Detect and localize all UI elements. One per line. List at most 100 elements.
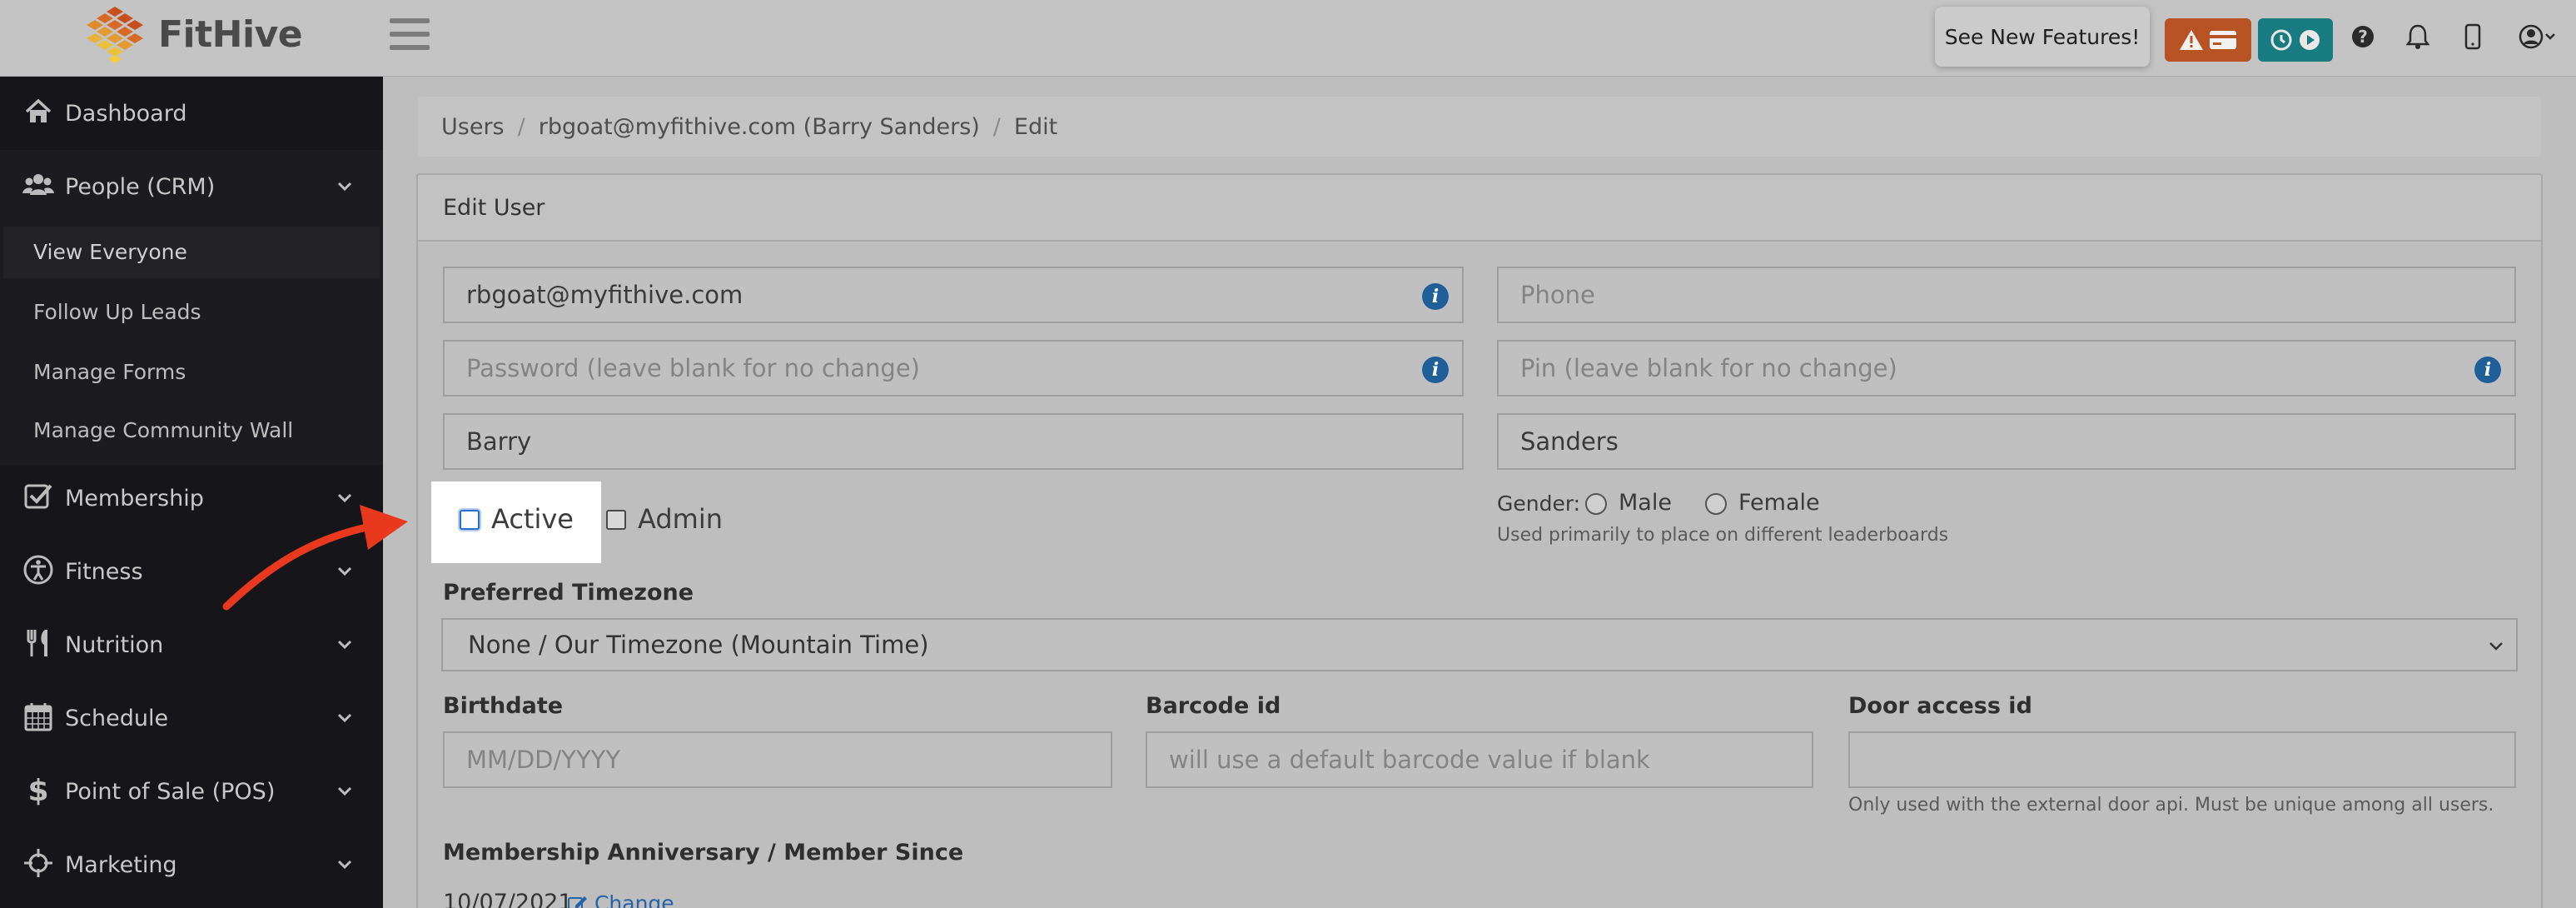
sidebar-item-marketing[interactable]: Marketing	[0, 846, 383, 883]
sidebar-item-label: Nutrition	[65, 631, 164, 658]
alert-billing-button[interactable]	[2165, 18, 2251, 62]
dollar-icon: $	[27, 774, 48, 806]
sidebar-subitem-manage-forms[interactable]: Manage Forms	[0, 357, 383, 390]
last-name-field[interactable]: Sanders	[1497, 413, 2516, 470]
breadcrumb-separator: /	[517, 113, 525, 140]
credit-card-icon	[2210, 31, 2236, 49]
gender-female-label[interactable]: Female	[1738, 490, 1820, 516]
info-icon[interactable]: i	[2474, 357, 2501, 383]
first-name-value: Barry	[466, 427, 532, 456]
subitem-label: Manage Forms	[33, 360, 186, 384]
breadcrumb-separator: /	[992, 113, 1001, 140]
menu-toggle-icon[interactable]	[390, 18, 430, 52]
first-name-field[interactable]: Barry	[443, 413, 1464, 470]
chevron-down-icon	[337, 786, 352, 796]
clock-icon	[2270, 29, 2292, 51]
svg-text:?: ?	[2358, 27, 2368, 47]
sidebar-item-label: Membership	[65, 485, 204, 511]
home-icon	[25, 98, 52, 122]
door-access-field[interactable]	[1848, 731, 2516, 788]
chevron-down-icon	[337, 182, 352, 192]
gender-label: Gender:	[1497, 491, 1581, 516]
card-title: Edit User	[416, 173, 2543, 242]
annotation-arrow-icon	[222, 505, 408, 611]
admin-checkbox[interactable]	[606, 510, 626, 530]
info-icon[interactable]: i	[1422, 283, 1449, 310]
timer-play-button[interactable]	[2258, 18, 2333, 62]
see-new-features-button[interactable]: See New Features!	[1935, 7, 2150, 67]
phone-field[interactable]: Phone	[1497, 267, 2516, 323]
svg-text:$: $	[27, 774, 48, 806]
admin-label[interactable]: Admin	[638, 503, 723, 535]
sidebar-item-dashboard[interactable]: Dashboard	[0, 95, 383, 132]
email-value: rbgoat@myfithive.com	[466, 281, 743, 309]
pin-placeholder: Pin (leave blank for no change)	[1520, 354, 1897, 382]
breadcrumb: Users / rbgoat@myfithive.com (Barry Sand…	[418, 97, 2541, 157]
password-field[interactable]: Password (leave blank for no change) i	[443, 340, 1464, 397]
pin-field[interactable]: Pin (leave blank for no change) i	[1497, 340, 2516, 397]
sidebar-item-label: Dashboard	[65, 100, 187, 127]
sidebar-item-label: People (CRM)	[65, 173, 216, 200]
timezone-select[interactable]: None / Our Timezone (Mountain Time)	[441, 618, 2518, 671]
sidebar-item-people-crm[interactable]: People (CRM)	[0, 168, 383, 205]
chevron-down-icon	[337, 640, 352, 650]
bell-icon[interactable]	[2403, 22, 2433, 52]
gender-male-label[interactable]: Male	[1619, 490, 1672, 516]
chevron-down-icon	[337, 713, 352, 723]
email-field[interactable]: rbgoat@myfithive.com i	[443, 267, 1464, 323]
info-icon[interactable]: i	[1422, 357, 1449, 383]
breadcrumb-user-link[interactable]: rbgoat@myfithive.com (Barry Sanders)	[539, 114, 980, 140]
subitem-label: Follow Up Leads	[33, 300, 201, 324]
barcode-placeholder: will use a default barcode value if blan…	[1169, 746, 1650, 774]
door-access-help-text: Only used with the external door api. Mu…	[1848, 795, 2494, 816]
sidebar-item-nutrition[interactable]: Nutrition	[0, 626, 383, 663]
edit-icon	[568, 896, 587, 908]
accessibility-icon	[23, 555, 53, 585]
password-placeholder: Password (leave blank for no change)	[466, 354, 920, 382]
active-label[interactable]: Active	[491, 503, 574, 535]
gender-male-radio[interactable]	[1585, 493, 1607, 515]
sidebar-item-label: Point of Sale (POS)	[65, 778, 276, 805]
sidebar-item-label: Marketing	[65, 851, 177, 878]
timezone-value: None / Our Timezone (Mountain Time)	[468, 631, 929, 659]
subitem-label: Manage Community Wall	[33, 418, 294, 442]
change-label: Change	[594, 891, 674, 908]
timezone-label: Preferred Timezone	[443, 580, 694, 606]
users-icon	[22, 174, 54, 195]
birthdate-label: Birthdate	[443, 693, 564, 719]
sidebar-item-schedule[interactable]: Schedule	[0, 700, 383, 736]
subitem-label: View Everyone	[33, 240, 187, 264]
sidebar-item-point-of-sale[interactable]: $ Point of Sale (POS)	[0, 773, 383, 810]
chevron-down-icon	[337, 860, 352, 870]
mobile-icon[interactable]	[2458, 22, 2488, 52]
play-icon	[2300, 30, 2320, 50]
active-checkbox[interactable]	[460, 510, 480, 530]
sidebar-item-label: Fitness	[65, 558, 143, 585]
warning-icon	[2180, 30, 2203, 50]
birthdate-field[interactable]: MM/DD/YYYY	[443, 731, 1112, 788]
fithive-logo	[87, 7, 143, 63]
sidebar-subitem-follow-up-leads[interactable]: Follow Up Leads	[0, 297, 383, 330]
sidebar-item-label: Schedule	[65, 705, 169, 731]
breadcrumb-users-link[interactable]: Users	[441, 114, 505, 140]
help-icon[interactable]: ?	[2348, 22, 2378, 52]
top-bar: FitHive See New Features! ?	[0, 0, 2576, 77]
door-access-label: Door access id	[1848, 693, 2032, 719]
gender-female-radio[interactable]	[1705, 493, 1727, 515]
crosshair-icon	[24, 849, 52, 877]
user-account-icon[interactable]	[2516, 22, 2559, 52]
utensils-icon	[27, 630, 47, 656]
barcode-label: Barcode id	[1146, 693, 1281, 719]
birthdate-placeholder: MM/DD/YYYY	[466, 746, 621, 774]
anniversary-value: 10/07/2021	[443, 890, 573, 908]
chevron-down-icon	[2489, 642, 2503, 651]
brand-name[interactable]: FitHive	[158, 13, 303, 56]
gender-help-text: Used primarily to place on different lea…	[1497, 525, 1949, 546]
sidebar-subitem-view-everyone[interactable]: View Everyone	[3, 227, 380, 278]
breadcrumb-current: Edit	[1013, 113, 1058, 140]
last-name-value: Sanders	[1520, 427, 1619, 456]
sidebar-subitem-manage-community-wall[interactable]: Manage Community Wall	[0, 415, 383, 448]
barcode-field[interactable]: will use a default barcode value if blan…	[1146, 731, 1813, 788]
phone-placeholder: Phone	[1520, 281, 1595, 309]
change-anniversary-link[interactable]: Change	[568, 891, 674, 908]
